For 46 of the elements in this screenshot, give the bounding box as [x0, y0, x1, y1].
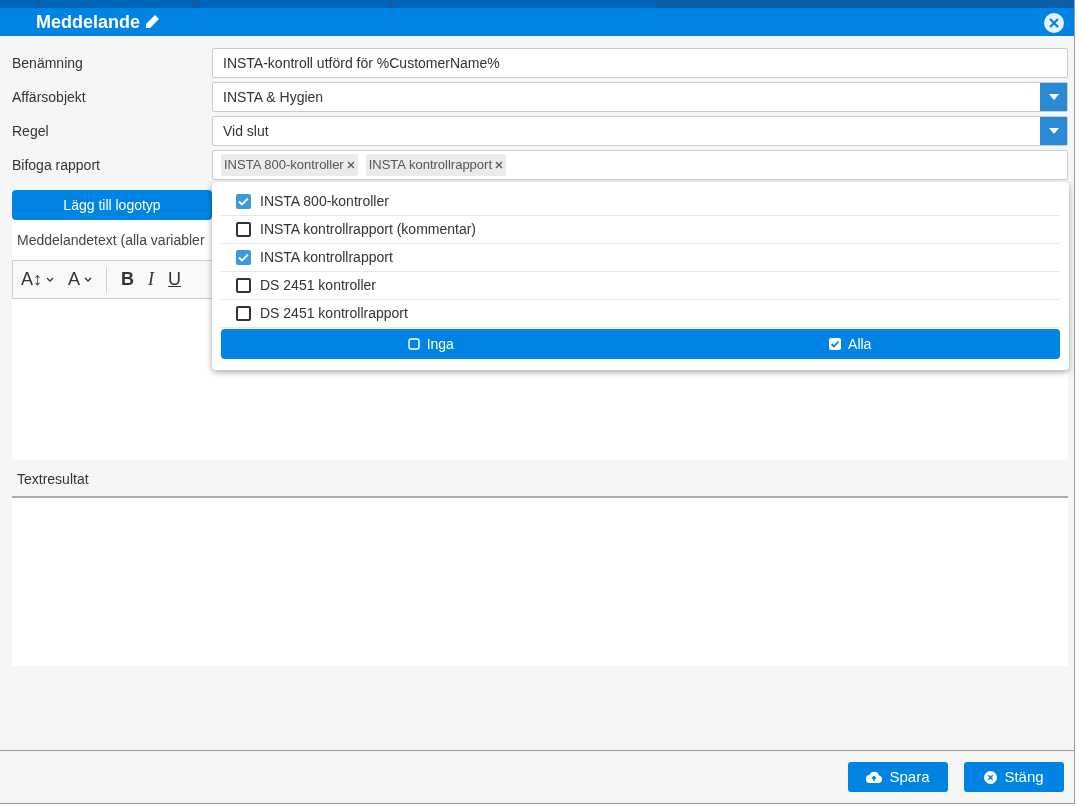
select-field[interactable]: Vid slut: [212, 116, 1068, 146]
dropdown-caret-icon[interactable]: [1040, 83, 1067, 111]
select-field[interactable]: INSTA & Hygien: [212, 82, 1068, 112]
add-logo-button[interactable]: Lägg till logotyp: [12, 190, 212, 220]
field-label: Affärsobjekt: [12, 87, 87, 107]
underline-button[interactable]: U: [168, 266, 182, 293]
bold-button[interactable]: B: [121, 266, 135, 293]
select-none-button[interactable]: Inga: [221, 329, 641, 359]
pencil-icon: [144, 14, 161, 30]
save-button[interactable]: Spara: [848, 762, 948, 792]
message-label: Meddelandetext (alla variabler: [17, 230, 205, 250]
field-label: Bifoga rapport: [12, 155, 101, 175]
option-item[interactable]: INSTA kontrollrapport: [221, 244, 1060, 272]
cloud-upload-icon: [866, 771, 883, 783]
select-all-button[interactable]: Alla: [640, 329, 1060, 359]
checkbox[interactable]: [236, 306, 251, 321]
font-size-button[interactable]: A↕: [21, 266, 54, 293]
chevron-down-icon: [46, 277, 54, 282]
window-title: Meddelande: [36, 10, 141, 34]
tag[interactable]: INSTA 800-kontroller: [221, 154, 358, 176]
close-button[interactable]: [1044, 13, 1064, 33]
field-label: Benämning: [12, 53, 84, 73]
checkbox[interactable]: [236, 250, 251, 265]
checkbox[interactable]: [236, 278, 251, 293]
field-label: Regel: [12, 121, 50, 141]
option-item[interactable]: DS 2451 kontroller: [221, 272, 1060, 300]
italic-button[interactable]: I: [148, 266, 155, 293]
checkbox[interactable]: [236, 222, 251, 237]
empty-box-icon: [407, 338, 420, 350]
close-circle-icon: [984, 770, 998, 784]
dropdown-caret-icon[interactable]: [1040, 117, 1067, 145]
font-format-button[interactable]: A: [68, 266, 93, 293]
option-item[interactable]: INSTA 800-kontroller: [221, 188, 1060, 216]
result-label: Textresultat: [17, 470, 89, 489]
option-item[interactable]: INSTA kontrollrapport (kommentar): [221, 216, 1060, 244]
close-button[interactable]: Stäng: [964, 762, 1064, 792]
checked-box-icon: [829, 338, 842, 350]
remove-icon[interactable]: [495, 161, 503, 169]
remove-icon[interactable]: [346, 161, 355, 169]
tag-field[interactable]: INSTA 800-kontroller INSTA kontrollrapport: [212, 150, 1068, 180]
option-item[interactable]: DS 2451 kontrollrapport: [221, 300, 1060, 328]
checkbox[interactable]: [236, 194, 251, 209]
close-icon: [1049, 18, 1059, 28]
text-field[interactable]: INSTA-kontroll utförd för %CustomerName%: [212, 48, 1068, 78]
tag[interactable]: INSTA kontrollrapport: [365, 154, 506, 176]
chevron-down-icon: [84, 277, 93, 282]
